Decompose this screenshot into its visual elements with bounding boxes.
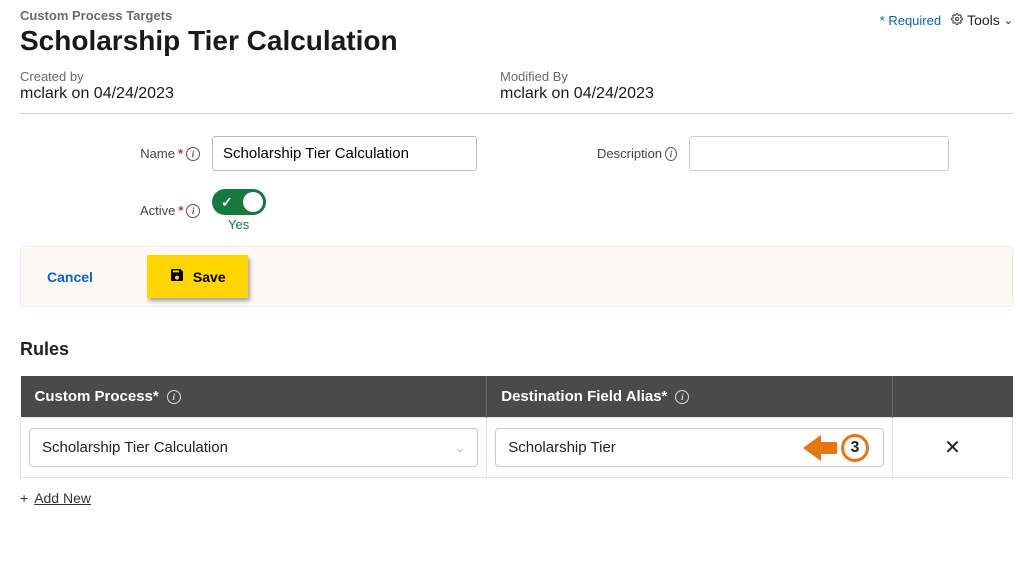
custom-process-select[interactable]: Scholarship Tier Calculation ⌄ — [29, 428, 478, 467]
toggle-knob — [243, 192, 263, 212]
info-icon[interactable]: i — [186, 204, 200, 218]
col-destination: Destination Field Alias* i — [487, 376, 893, 418]
select-value: Scholarship Tier — [508, 439, 616, 456]
add-new-button[interactable]: + Add New — [20, 490, 91, 506]
info-icon[interactable]: i — [675, 390, 689, 404]
destination-field-select[interactable]: Scholarship Tier ⌄ 3 — [495, 428, 884, 467]
active-value-text: Yes — [228, 217, 249, 232]
active-label: Active* i — [140, 203, 200, 218]
plus-icon: + — [20, 490, 28, 506]
col-actions — [893, 376, 1013, 418]
created-by-value: mclark on 04/24/2023 — [20, 85, 420, 103]
chevron-down-icon: ⌄ — [861, 441, 871, 455]
description-label: Description i — [597, 146, 677, 161]
action-bar: Cancel Save — [20, 246, 1013, 307]
check-icon: ✓ — [221, 194, 233, 211]
page-title: Scholarship Tier Calculation — [20, 25, 398, 57]
active-toggle[interactable]: ✓ — [212, 189, 266, 215]
save-label: Save — [193, 269, 226, 285]
save-icon — [169, 267, 185, 286]
modified-by-label: Modified By — [500, 69, 900, 84]
info-icon[interactable]: i — [167, 390, 181, 404]
select-value: Scholarship Tier Calculation — [42, 439, 228, 456]
info-icon[interactable]: i — [186, 147, 200, 161]
name-label: Name* i — [140, 146, 200, 161]
description-input[interactable] — [689, 136, 949, 171]
cancel-button[interactable]: Cancel — [33, 263, 107, 291]
add-new-label: Add New — [34, 490, 91, 506]
tools-label: Tools — [967, 12, 1000, 28]
remove-row-button[interactable]: ✕ — [901, 435, 1004, 460]
breadcrumb: Custom Process Targets — [20, 8, 398, 23]
tools-menu[interactable]: Tools ⌄ — [951, 12, 1013, 28]
info-icon[interactable]: i — [665, 147, 677, 161]
table-row: Scholarship Tier Calculation ⌄ Scholarsh… — [21, 418, 1013, 478]
created-by-label: Created by — [20, 69, 420, 84]
col-custom-process: Custom Process* i — [21, 376, 487, 418]
callout-annotation: 3 — [803, 434, 869, 462]
save-button[interactable]: Save — [147, 255, 248, 298]
modified-by-value: mclark on 04/24/2023 — [500, 85, 900, 103]
gear-icon — [951, 12, 963, 28]
chevron-down-icon: ⌄ — [455, 441, 465, 455]
name-input[interactable] — [212, 136, 477, 171]
arrow-left-icon — [803, 435, 821, 461]
required-indicator: * Required — [880, 13, 941, 28]
divider — [20, 113, 1013, 114]
chevron-down-icon: ⌄ — [1004, 14, 1013, 27]
rules-heading: Rules — [20, 339, 1013, 360]
rules-table: Custom Process* i Destination Field Alia… — [20, 376, 1013, 478]
